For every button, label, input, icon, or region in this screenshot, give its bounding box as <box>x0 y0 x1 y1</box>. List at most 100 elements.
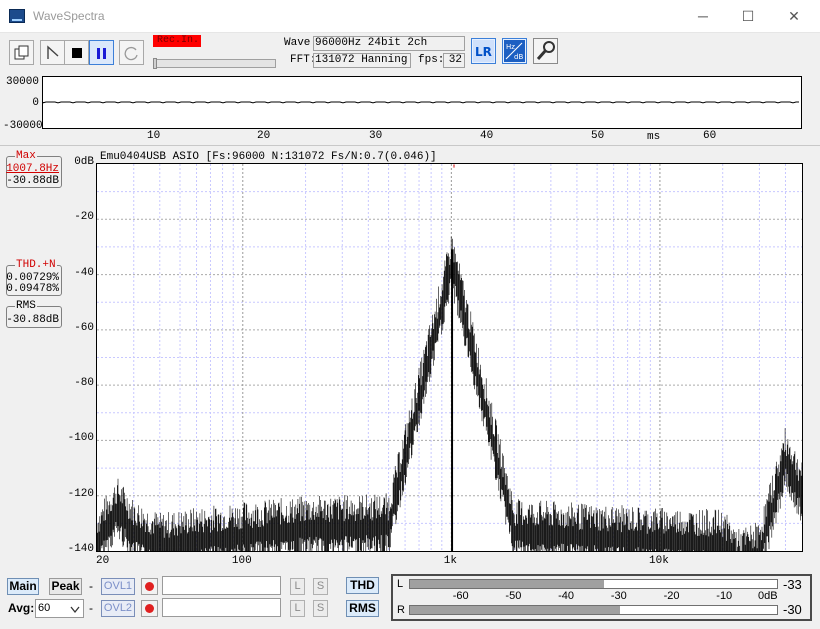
play-icon <box>46 45 58 59</box>
meter-scale-label: -20 <box>663 590 680 602</box>
meter-right-label: R <box>397 604 405 616</box>
close-button[interactable]: ✕ <box>771 0 817 33</box>
maximize-button[interactable]: ☐ <box>725 0 771 33</box>
lr-swap-button[interactable]: LR <box>471 38 496 64</box>
meter-left-label: L <box>397 578 404 590</box>
meter-scale-label: 0dB <box>758 590 778 602</box>
s-button-1[interactable]: S <box>313 578 328 595</box>
wave-x-unit: ms <box>647 131 661 143</box>
peak-button[interactable]: Peak <box>49 578 82 595</box>
rms-readout: RMS -30.88dB <box>6 300 62 328</box>
thd-button[interactable]: THD <box>346 577 379 594</box>
wave-x-label: 50 <box>591 130 605 142</box>
spectrum-plot[interactable]: ' <box>96 163 803 555</box>
wave-x-label: 30 <box>369 130 383 142</box>
loop-button[interactable] <box>119 40 144 65</box>
fps-label: fps: <box>418 54 445 66</box>
separator-dash: - <box>89 601 93 615</box>
hz-db-button[interactable]: Hz dB <box>502 38 527 64</box>
settings-button[interactable] <box>533 38 558 64</box>
loop-icon <box>124 46 138 61</box>
spectrum-y-label: -100 <box>67 432 94 445</box>
thd-readout: THD.+N 0.00729% 0.09478% <box>6 259 62 296</box>
svg-text:Hz: Hz <box>506 43 515 51</box>
wave-x-label: 60 <box>703 130 717 142</box>
fps-field: 32 <box>443 53 465 68</box>
settings-wrench-icon <box>536 41 555 60</box>
spectrum-y-label: -60 <box>74 321 94 334</box>
waveform-trace <box>42 101 799 104</box>
app-icon <box>9 9 25 23</box>
level-meter: L R -60 -50 -40 -30 -20 -10 0dB -33 -30 <box>391 574 812 621</box>
max-label: Max <box>15 150 37 162</box>
window-title: WaveSpectra <box>33 9 105 23</box>
lr-swap-icon: LR <box>473 40 494 62</box>
input-level-slider[interactable] <box>153 58 276 69</box>
waveform-plot[interactable] <box>42 76 802 129</box>
avg-select[interactable]: 60 <box>35 599 84 618</box>
meter-scale-label: -30 <box>610 590 627 602</box>
max-frequency: 1007.8Hz <box>6 163 59 175</box>
rms-label: RMS <box>15 300 37 312</box>
record-2-button[interactable] <box>141 600 158 617</box>
max-level: -30.88dB <box>6 175 59 187</box>
minimize-button[interactable]: ─ <box>680 0 726 33</box>
waveform-canvas <box>42 101 799 104</box>
stop-button[interactable] <box>64 40 89 65</box>
pause-button[interactable] <box>89 40 114 65</box>
meter-scale-label: -60 <box>452 590 469 602</box>
ovl2-indicator[interactable]: OVL2 <box>101 600 135 617</box>
wave-x-label: 10 <box>147 130 161 142</box>
spectrum-header: Emu0404USB ASIO [Fs:96000 N:131072 Fs/N:… <box>100 151 437 163</box>
meter-scale-label: -10 <box>716 590 733 602</box>
wave-y-label: 30000 <box>5 76 39 88</box>
ovl1-indicator[interactable]: OVL1 <box>101 578 135 595</box>
meter-scale-label: -50 <box>505 590 522 602</box>
title-bar: WaveSpectra ─ ☐ ✕ <box>0 0 820 33</box>
svg-text:dB: dB <box>514 53 523 61</box>
l-button-2[interactable]: L <box>290 600 305 617</box>
spectrum-y-label: -80 <box>74 377 94 390</box>
meter-left-value: -33 <box>783 577 802 592</box>
meter-left-bar <box>409 579 778 589</box>
file-2-field[interactable] <box>162 598 281 617</box>
file-1-field[interactable] <box>162 576 281 595</box>
meter-scale: -60 -50 -40 -30 -20 -10 0dB <box>393 590 810 604</box>
hz-db-icon: Hz dB <box>504 40 525 62</box>
spectrum-x-label: 1k <box>443 555 457 567</box>
rms-button[interactable]: RMS <box>346 600 379 617</box>
meter-left-fill <box>410 580 604 588</box>
spectrum-x-label: 10k <box>649 555 669 567</box>
fft-setting-field: 131072 Hanning <box>313 53 411 68</box>
spectrum-y-label: -40 <box>74 266 94 279</box>
spectrum-y-label: -140 <box>67 543 94 555</box>
copy-button[interactable] <box>9 40 34 65</box>
avg-select-value: 60 <box>38 602 51 614</box>
slider-thumb[interactable] <box>153 58 157 69</box>
wave-y-label: -30000 <box>3 120 43 132</box>
pause-icon <box>96 48 106 59</box>
svg-text:LR: LR <box>475 45 492 59</box>
separator-dash: - <box>89 579 93 593</box>
l-button-1[interactable]: L <box>290 578 305 595</box>
record-1-button[interactable] <box>141 578 158 595</box>
rec-in-indicator[interactable]: Rec.In. <box>153 35 201 47</box>
main-button[interactable]: Main <box>7 578 39 595</box>
spectrum-x-label: 20 <box>96 555 110 567</box>
spectrum-canvas: ' <box>96 164 803 555</box>
max-readout: Max 1007.8Hz -30.88dB <box>6 150 62 188</box>
meter-right-value: -30 <box>783 602 802 617</box>
spectrum-peak-marker: ' <box>451 164 457 176</box>
chevron-down-icon <box>70 606 80 614</box>
meter-right-fill <box>410 606 620 614</box>
panel-divider <box>0 145 820 146</box>
spectrum-y-label: -20 <box>74 211 94 224</box>
wave-y-label: 0 <box>32 97 39 109</box>
meter-scale-label: -40 <box>558 590 575 602</box>
play-button[interactable] <box>40 40 65 65</box>
copy-icon <box>14 45 28 60</box>
avg-label: Avg: <box>8 601 35 615</box>
thd-value-2: 0.09478% <box>6 283 59 295</box>
s-button-2[interactable]: S <box>313 600 328 617</box>
spectrum-noise-floor <box>96 236 803 555</box>
